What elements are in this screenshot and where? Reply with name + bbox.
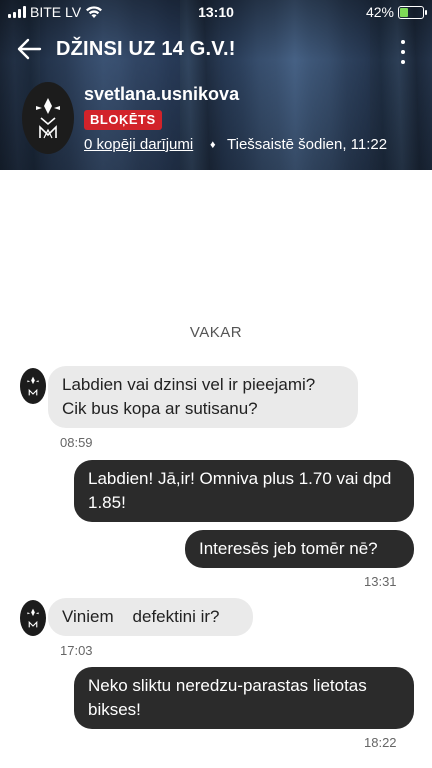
more-vertical-icon[interactable]: [398, 40, 408, 64]
battery-icon: [398, 5, 427, 19]
sender-avatar[interactable]: [20, 368, 46, 404]
shared-deals-link[interactable]: 0 kopēji darījumi: [84, 136, 193, 153]
chat-screen: BITE LV 13:10 42% DŽINSI UZ 14 G.V.! sve…: [0, 0, 432, 768]
sender-avatar[interactable]: [20, 600, 46, 636]
status-right: 42%: [365, 4, 427, 20]
message-bubble[interactable]: Interesēs jeb tomēr nē?: [185, 530, 414, 568]
message-time: 18:22: [364, 735, 397, 750]
day-separator: VAKAR: [189, 324, 243, 341]
listing-header: BITE LV 13:10 42% DŽINSI UZ 14 G.V.! sve…: [0, 0, 432, 170]
separator-icon: ♦: [210, 139, 216, 151]
back-arrow-icon[interactable]: [16, 36, 46, 66]
online-status: Tiešsaistē šodien, 11:22: [227, 136, 388, 153]
battery-fill: [400, 7, 409, 17]
status-bar: BITE LV 13:10 42%: [0, 0, 432, 24]
blocked-badge: BLOĶĒTS: [84, 110, 162, 130]
user-avatar[interactable]: [22, 82, 74, 154]
message-bubble[interactable]: Viniem defektini ir?: [48, 598, 253, 636]
message-time: 13:31: [364, 574, 397, 589]
message-time: 08:59: [60, 435, 93, 450]
message-bubble[interactable]: Neko sliktu neredzu-parastas lietotas bi…: [74, 667, 414, 729]
logo-icon: [36, 98, 60, 139]
message-bubble[interactable]: Labdien vai dzinsi vel ir pieejami? Cik …: [48, 366, 358, 428]
battery-percent: 42%: [365, 4, 394, 20]
listing-title[interactable]: DŽINSI UZ 14 G.V.!: [56, 38, 236, 61]
message-bubble[interactable]: Labdien! Jā,ir! Omniva plus 1.70 vai dpd…: [74, 460, 414, 522]
message-time: 17:03: [60, 643, 93, 658]
logo-icon: [27, 608, 39, 628]
logo-icon: [27, 376, 39, 396]
username[interactable]: svetlana.usnikova: [84, 84, 239, 105]
